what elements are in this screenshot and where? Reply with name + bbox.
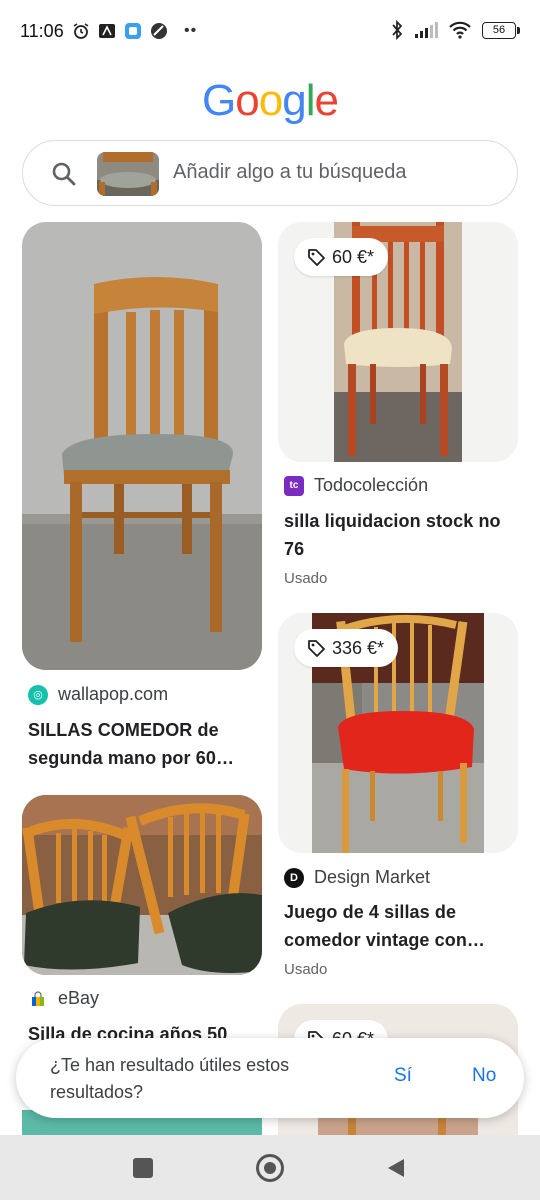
home-button[interactable] — [256, 1154, 284, 1182]
source-name: eBay — [58, 988, 100, 1008]
chair-image — [22, 222, 262, 670]
messenger-icon — [125, 23, 141, 39]
result-source[interactable]: D Design Market — [284, 867, 430, 888]
ebay-icon — [28, 989, 48, 1009]
logo-letter: l — [305, 76, 316, 125]
result-source[interactable]: ◎ wallapop.com — [28, 684, 168, 705]
logo-letter: o — [235, 76, 260, 125]
designmarket-icon: D — [284, 867, 304, 888]
price-text: 336 €* — [332, 637, 385, 658]
google-logo[interactable]: Google — [0, 76, 540, 126]
bluetooth-icon — [392, 20, 403, 40]
back-button[interactable] — [386, 1157, 406, 1179]
result-image[interactable] — [22, 222, 262, 670]
search-icon[interactable] — [51, 161, 77, 187]
condition-label: Usado — [284, 570, 328, 587]
feedback-yes-button[interactable]: Sí — [394, 1065, 412, 1087]
search-bar[interactable]: Añadir algo a tu búsqueda — [22, 140, 518, 206]
source-name: wallapop.com — [58, 684, 169, 704]
title-line: 76 — [284, 539, 305, 559]
logo-letter: G — [202, 76, 236, 125]
result-image[interactable] — [22, 795, 262, 975]
recent-apps-button[interactable] — [133, 1158, 153, 1178]
result-image[interactable]: 60 €* — [278, 222, 518, 462]
condition-label: Usado — [284, 961, 328, 978]
result-title[interactable]: Juego de 4 sillas de comedor vintage con… — [284, 898, 518, 954]
todocoleccion-icon: tc — [284, 475, 304, 496]
price-tag-icon — [308, 249, 325, 266]
result-source[interactable]: eBay — [28, 988, 99, 1009]
chairs-image — [22, 795, 262, 975]
price-text: 60 €* — [332, 246, 375, 267]
source-name: Design Market — [314, 867, 431, 887]
chair-thumbnail-image — [97, 152, 159, 196]
price-badge: 60 €* — [294, 238, 389, 276]
search-image-thumbnail[interactable] — [97, 152, 159, 196]
result-source[interactable]: tc Todocolección — [284, 475, 428, 496]
wifi-icon — [449, 21, 471, 39]
feedback-question: ¿Te han resultado útiles estos resultado… — [50, 1055, 290, 1102]
title-line: SILLAS COMEDOR de — [28, 720, 219, 740]
title-line: Juego de 4 sillas de — [284, 902, 457, 922]
title-line: segunda mano por 60… — [28, 748, 235, 768]
alarm-icon — [73, 23, 89, 39]
feedback-prompt: ¿Te han resultado útiles estos resultado… — [16, 1038, 524, 1118]
status-bar: 11:06 •• 56 — [0, 0, 540, 62]
price-tag-icon — [308, 640, 325, 657]
source-name: Todocolección — [314, 475, 429, 495]
title-line: silla liquidacion stock no — [284, 511, 501, 531]
vpn-icon — [151, 23, 167, 39]
result-title[interactable]: SILLAS COMEDOR de segunda mano por 60… — [28, 716, 260, 772]
logo-letter: o — [258, 76, 284, 125]
result-title[interactable]: silla liquidacion stock no 76 — [284, 507, 518, 563]
logo-letter: g — [282, 76, 307, 125]
price-badge: 336 €* — [294, 629, 399, 667]
more-notifications-icon: •• — [184, 22, 198, 39]
search-input[interactable]: Añadir algo a tu búsqueda — [173, 161, 407, 184]
result-image[interactable]: 336 €* — [278, 613, 518, 853]
logo-letter: e — [314, 76, 339, 125]
system-nav-bar — [0, 1135, 540, 1200]
wallapop-icon: ◎ — [28, 684, 48, 705]
feedback-no-button[interactable]: No — [472, 1065, 496, 1087]
battery-indicator: 56 — [482, 21, 520, 39]
title-line: comedor vintage con… — [284, 930, 486, 950]
app-notification-icon — [99, 24, 115, 38]
status-time: 11:06 — [20, 21, 64, 41]
signal-icon — [415, 22, 438, 38]
